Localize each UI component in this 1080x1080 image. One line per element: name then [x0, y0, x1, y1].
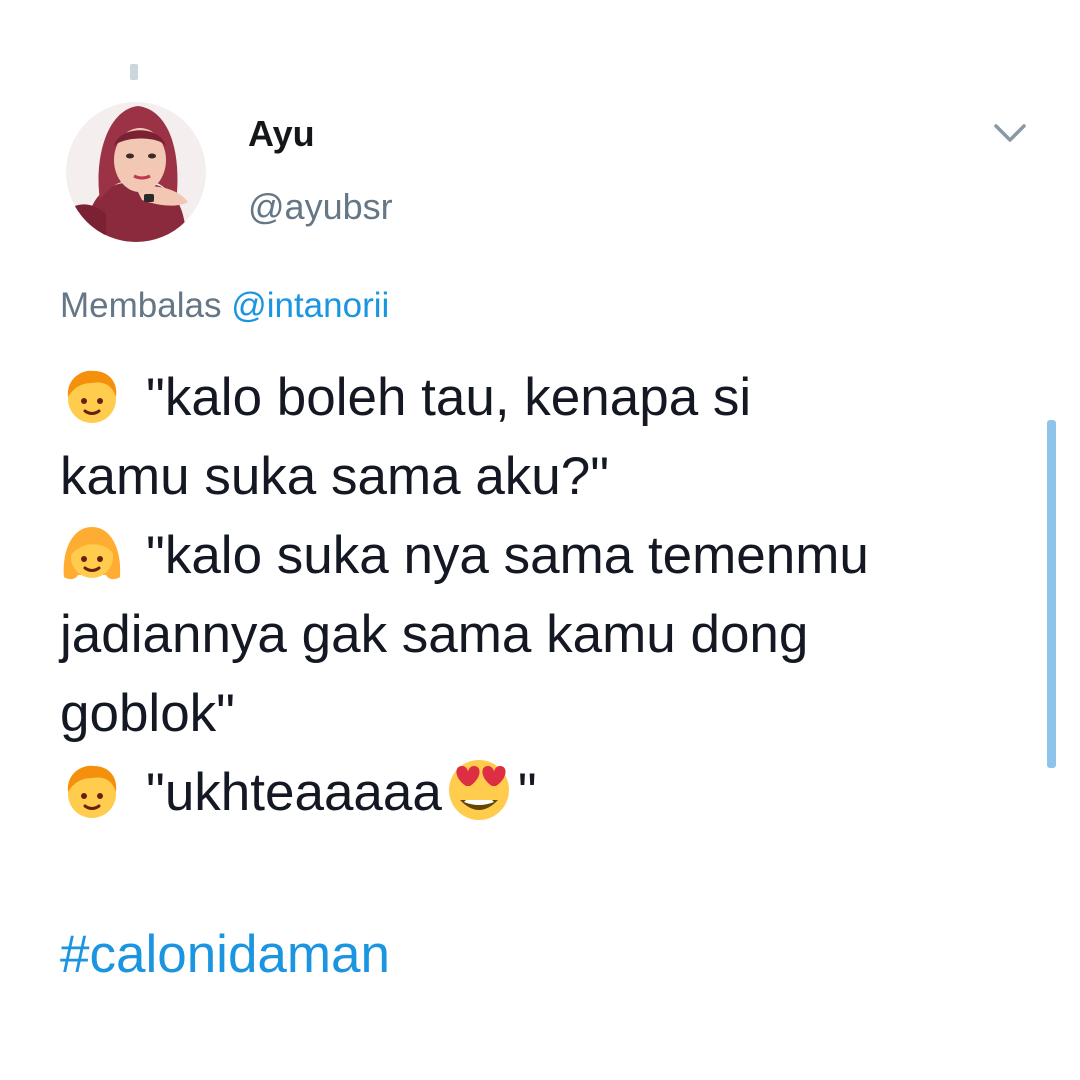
- boy-emoji-icon: [60, 363, 124, 427]
- avatar-photo-icon: [66, 102, 206, 242]
- reply-handle-link[interactable]: @intanorii: [231, 286, 389, 325]
- tweet-line-text: "kalo boleh tau, kenapa si: [146, 368, 752, 427]
- author-handle[interactable]: @ayubsr: [248, 185, 393, 229]
- boy-emoji-icon: [60, 758, 124, 822]
- tweet-line-text: jadiannya gak sama kamu dong: [60, 605, 809, 664]
- tweet-menu-chevron-down-icon[interactable]: [990, 118, 1030, 146]
- scrollbar-thumb[interactable]: [1047, 420, 1056, 768]
- tweet-line: "kalo boleh tau, kenapa si: [60, 358, 1035, 437]
- tweet-line: kamu suka sama aku?": [60, 437, 1035, 516]
- reply-prefix: Membalas: [60, 286, 222, 325]
- tweet-line-text: "ukhteaaaaa: [146, 763, 442, 822]
- tweet-line: goblok": [60, 674, 1035, 753]
- tweet-line: jadiannya gak sama kamu dong: [60, 595, 1035, 674]
- hashtag-link[interactable]: #calonidaman: [60, 922, 390, 988]
- reply-context: Membalas @intanorii: [60, 284, 389, 328]
- thread-connector-line: [130, 64, 138, 80]
- tweet-line-text: kamu suka sama aku?": [60, 447, 610, 506]
- tweet-line-text: "kalo suka nya sama temenmu: [146, 526, 869, 585]
- tweet-line-text: ": [517, 763, 537, 822]
- author-avatar[interactable]: [66, 90, 206, 242]
- tweet-text: "kalo boleh tau, kenapa si kamu suka sam…: [60, 358, 1035, 832]
- tweet-line: "kalo suka nya sama temenmu: [60, 516, 1035, 595]
- author-name[interactable]: Ayu: [248, 112, 315, 156]
- tweet-line: "ukhteaaaaa ": [60, 753, 1035, 832]
- heart-eyes-emoji-icon: [444, 754, 514, 824]
- tweet-line-text: goblok": [60, 684, 235, 743]
- girl-emoji-icon: [60, 521, 124, 585]
